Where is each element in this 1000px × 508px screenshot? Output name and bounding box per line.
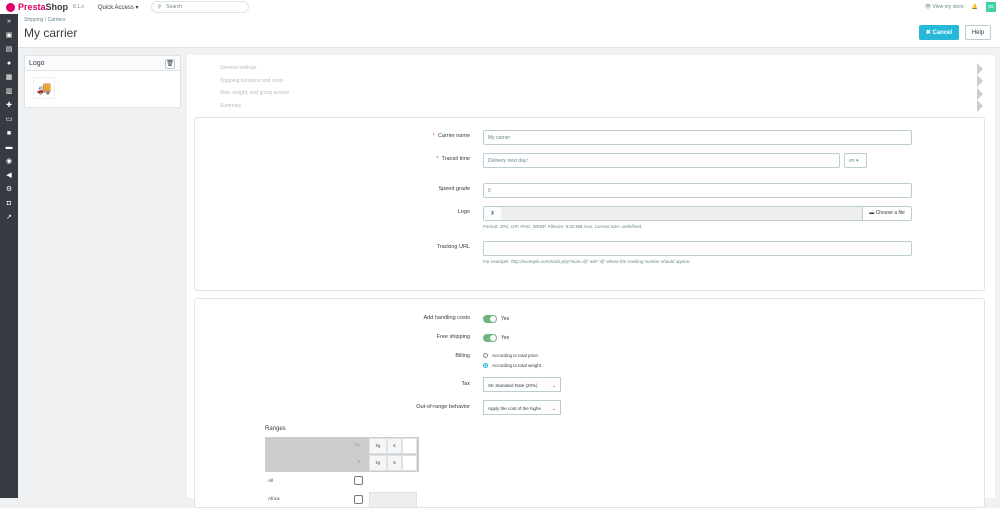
eye-icon: 👁 — [924, 4, 932, 10]
billing-label: Billing — [455, 353, 470, 359]
step-arrow-icon — [977, 88, 983, 100]
step-general[interactable]: General settings — [220, 65, 256, 71]
logo-file-input[interactable]: ▮ ▬ Choose a file — [483, 206, 912, 221]
logo-panel-title: Logo — [25, 56, 180, 71]
top-bar: Presta Shop 8.1.x Quick Access ▾ ⚲ Search … — [0, 0, 1000, 14]
handling-costs-value: Yes — [501, 316, 510, 322]
orders-icon[interactable]: ▣ — [0, 28, 18, 42]
messages-icon[interactable]: ▦ — [0, 70, 18, 84]
stats-icon[interactable]: ▥ — [0, 84, 18, 98]
transit-time-label: * Transit time — [436, 156, 470, 162]
tracking-url-label: Tracking URL — [436, 244, 470, 250]
range-from-input[interactable] — [402, 438, 417, 454]
language-dropdown[interactable]: en ▾ — [844, 153, 867, 168]
ranges-title: Ranges — [265, 426, 286, 432]
catalog-icon[interactable]: ▤ — [0, 42, 18, 56]
currency-cell: € — [387, 455, 402, 471]
advanced-icon[interactable]: ◘ — [0, 196, 18, 210]
range-lt-label: < — [358, 459, 361, 464]
settings-icon[interactable]: ⚙ — [0, 182, 18, 196]
range-to-input[interactable] — [402, 455, 417, 471]
breadcrumb-shipping[interactable]: Shipping — [24, 17, 43, 23]
billing-option-weight[interactable]: According to total weight. — [483, 363, 542, 369]
step-shipping[interactable]: Shipping locations and costs — [220, 78, 283, 84]
step-arrow-icon — [977, 75, 983, 87]
out-of-range-select[interactable]: Apply the cost of the highe ⌄ — [483, 400, 561, 415]
marketing-icon[interactable]: ◀ — [0, 168, 18, 182]
version: 8.1.x — [73, 4, 84, 10]
bell-icon[interactable]: 🔔 — [972, 4, 978, 10]
cancel-button[interactable]: ✖ Cancel — [919, 25, 959, 40]
page-header: Shipping / Carriers My carrier ✖ Cancel … — [18, 14, 1000, 48]
step-size[interactable]: Size, weight, and group access — [220, 90, 289, 96]
unit-cell: kg — [369, 438, 387, 454]
radio[interactable] — [483, 353, 488, 359]
trash-icon[interactable]: 🗑 — [165, 59, 175, 69]
logo-label: Logo — [457, 209, 470, 215]
breadcrumb-carriers[interactable]: Carriers — [48, 17, 66, 23]
free-shipping-value: Yes — [501, 335, 510, 341]
zone-all-checkbox[interactable] — [354, 476, 363, 485]
shipping-icon[interactable]: ■ — [0, 126, 18, 140]
speed-grade-input[interactable]: 0 — [483, 183, 912, 198]
free-shipping-toggle[interactable] — [483, 334, 497, 342]
carrier-name-label: * Carrier name — [432, 133, 470, 139]
zone-all-label: All — [268, 478, 274, 483]
design-icon[interactable]: ▭ — [0, 112, 18, 126]
general-settings-card: * Carrier name My carrier * Transit time D… — [194, 117, 985, 291]
payment-icon[interactable]: ▬ — [0, 140, 18, 154]
logo-help: Format: JPG, GIF, PNG, WEBP. Filesize: 8… — [483, 224, 643, 229]
handling-costs-label: Add handling costs — [423, 315, 470, 321]
carrier-wizard: General settings Shipping locations and … — [187, 55, 995, 508]
metrics-icon[interactable]: ↗ — [0, 210, 18, 224]
out-of-range-label: Out-of-range behavior — [416, 404, 470, 410]
unit-cell: kg — [369, 455, 387, 471]
step-arrow-icon — [977, 63, 983, 75]
customers-icon[interactable]: ● — [0, 56, 18, 70]
tracking-url-help: For example: 'http://example.com/track.p… — [483, 259, 691, 264]
zone-africa-checkbox[interactable] — [354, 495, 363, 504]
collapse-icon[interactable]: » — [0, 14, 18, 28]
handling-costs-toggle[interactable] — [483, 315, 497, 323]
radio[interactable] — [483, 363, 488, 369]
choose-file-button[interactable]: ▬ Choose a file — [862, 207, 911, 220]
zone-africa-price[interactable] — [369, 492, 417, 508]
search-icon: ⚲ — [157, 4, 162, 10]
international-icon[interactable]: ◉ — [0, 154, 18, 168]
transit-time-input[interactable]: Delivery next day! — [483, 153, 840, 168]
billing-option-price[interactable]: According to total price. — [483, 353, 539, 359]
logo-panel: Logo 🗑 🚚 — [24, 55, 181, 108]
carrier-name-input[interactable]: My carrier — [483, 130, 912, 145]
tracking-url-input[interactable] — [483, 241, 912, 256]
zone-africa-label: Africa — [268, 496, 280, 501]
tax-select[interactable]: SK Standard Rate (20%) ⌄ — [483, 377, 561, 392]
truck-icon: 🚚 — [33, 77, 55, 99]
breadcrumb: Shipping / Carriers — [24, 17, 66, 23]
prestashop-logo[interactable]: Presta Shop — [6, 2, 68, 12]
currency-cell: € — [387, 438, 402, 454]
avatar[interactable]: ps — [986, 2, 996, 12]
shipping-costs-card: Add handling costs Yes Free shipping Yes… — [194, 298, 985, 508]
page-title: My carrier — [24, 26, 78, 40]
modules-icon[interactable]: ✚ — [0, 98, 18, 112]
tax-label: Tax — [461, 381, 470, 387]
free-shipping-label: Free shipping — [436, 334, 470, 340]
sidebar: » ▣ ▤ ● ▦ ▥ ✚ ▭ ■ ▬ ◉ ◀ ⚙ ◘ ↗ — [0, 14, 18, 498]
quick-access-menu[interactable]: Quick Access ▾ — [98, 4, 139, 11]
view-store-link[interactable]: 👁 View my store — [925, 4, 964, 10]
step-summary[interactable]: Summary — [220, 103, 241, 109]
search-input[interactable]: ⚲ Search — [150, 1, 249, 13]
range-ge-label: >= — [355, 442, 361, 447]
file-icon: ▮ — [484, 207, 501, 220]
speed-grade-label: Speed grade — [438, 186, 471, 192]
help-button[interactable]: Help — [965, 25, 991, 40]
step-arrow-icon — [977, 100, 983, 112]
